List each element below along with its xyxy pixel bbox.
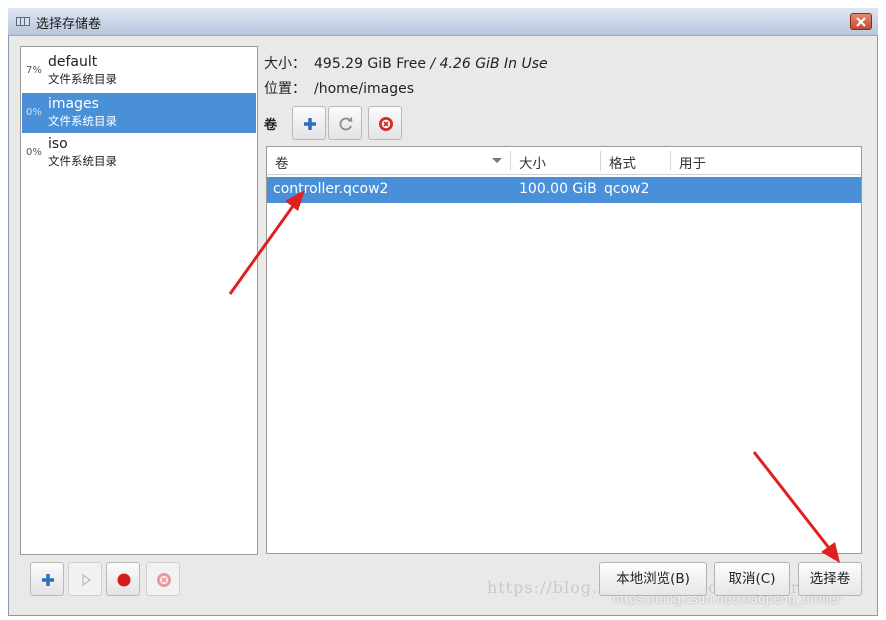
column-header-volume[interactable]: 卷	[275, 152, 289, 172]
title-bar: 选择存储卷	[8, 8, 878, 36]
choose-volume-button[interactable]: 选择卷	[798, 562, 862, 596]
pool-item-default[interactable]: 7% default 文件系统目录	[22, 51, 256, 91]
cancel-button[interactable]: 取消(C)	[714, 562, 790, 596]
volume-format: qcow2	[604, 181, 650, 197]
window-title: 选择存储卷	[36, 17, 102, 32]
browse-local-button[interactable]: 本地浏览(B)	[599, 562, 707, 596]
size-separator: /	[425, 56, 440, 72]
column-divider[interactable]	[510, 151, 511, 171]
pool-name: iso	[48, 136, 68, 152]
table-header: 卷 大小 格式 用于	[267, 147, 861, 175]
delete-pool-button[interactable]	[146, 562, 180, 596]
location-value: /home/images	[314, 81, 415, 97]
column-divider[interactable]	[600, 151, 601, 171]
plus-icon	[42, 574, 54, 586]
stop-icon	[117, 573, 131, 587]
pool-usage-percent: 7%	[26, 65, 42, 76]
delete-icon	[379, 117, 393, 131]
add-pool-button[interactable]	[30, 562, 64, 596]
plus-icon	[304, 118, 316, 130]
pool-type: 文件系统目录	[48, 72, 117, 86]
location-label: 位置：	[264, 81, 306, 97]
add-volume-button[interactable]	[292, 106, 326, 140]
size-in-use: 4.26 GiB In Use	[439, 56, 548, 72]
close-button[interactable]	[850, 13, 872, 30]
pool-type: 文件系统目录	[48, 114, 117, 128]
pool-type: 文件系统目录	[48, 154, 117, 168]
delete-volume-button[interactable]	[368, 106, 402, 140]
delete-icon	[157, 573, 171, 587]
pool-item-images[interactable]: 0% images 文件系统目录	[22, 93, 256, 133]
pool-size-info: 大小： 495.29 GiB Free / 4.26 GiB In Use	[264, 53, 548, 73]
pool-name: images	[48, 96, 99, 112]
stop-pool-button[interactable]	[106, 562, 140, 596]
start-pool-button[interactable]	[68, 562, 102, 596]
size-label: 大小：	[264, 56, 306, 72]
refresh-icon	[339, 117, 353, 131]
column-divider[interactable]	[670, 151, 671, 171]
pool-usage-percent: 0%	[26, 107, 42, 118]
volume-size: 100.00 GiB	[519, 181, 597, 197]
table-row[interactable]: controller.qcow2 100.00 GiB qcow2	[267, 177, 861, 203]
refresh-volumes-button[interactable]	[328, 106, 362, 140]
pool-item-iso[interactable]: 0% iso 文件系统目录	[22, 133, 256, 173]
play-icon	[82, 573, 92, 587]
column-header-size[interactable]: 大小	[519, 152, 546, 172]
size-free: 495.29 GiB Free	[314, 56, 426, 72]
pool-name: default	[48, 54, 98, 70]
pool-usage-percent: 0%	[26, 147, 42, 158]
close-icon	[856, 17, 866, 27]
pool-list: 7% default 文件系统目录 0% images 文件系统目录 0% is…	[20, 46, 258, 555]
column-header-used-by[interactable]: 用于	[679, 152, 706, 172]
volumes-label: 卷	[264, 118, 278, 133]
volume-name: controller.qcow2	[273, 181, 389, 197]
storage-icon	[16, 17, 30, 26]
volume-table: 卷 大小 格式 用于 controller.qcow2 100.00 GiB q…	[266, 146, 862, 554]
column-header-format[interactable]: 格式	[609, 152, 636, 172]
pool-location-info: 位置： /home/images	[264, 78, 414, 98]
sort-descending-icon[interactable]	[492, 158, 502, 163]
